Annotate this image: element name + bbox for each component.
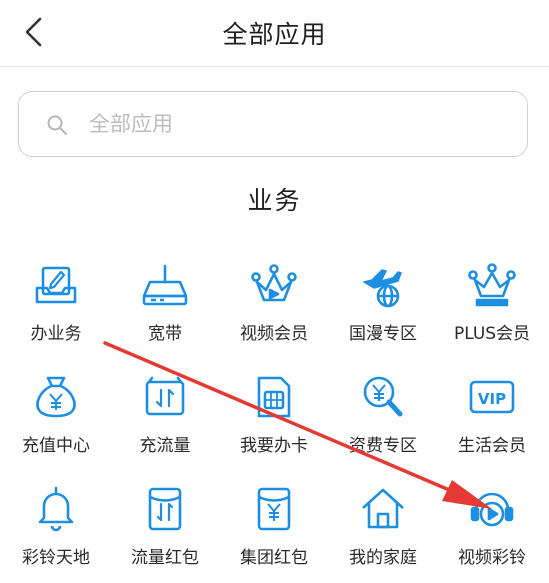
crown-icon — [251, 264, 297, 302]
vip-icon: VIP — [469, 380, 515, 414]
app-label: 彩铃天地 — [22, 548, 90, 568]
app-tile-broadband[interactable]: 宽带 — [109, 255, 221, 359]
yuan-red-packet-icon — [257, 487, 291, 531]
app-tile-data-red-packet[interactable]: 流量红包 — [109, 479, 221, 583]
app-tile-plus-member[interactable]: PLUS会员 — [436, 255, 548, 359]
app-tile-my-family[interactable]: 我的家庭 — [327, 479, 439, 583]
app-label: 集团红包 — [240, 548, 308, 568]
app-label: 宽带 — [148, 324, 182, 344]
top-bar: 全部应用 — [0, 0, 549, 67]
app-tile-group-red-packet[interactable]: 集团红包 — [218, 479, 330, 583]
app-label: 充流量 — [139, 436, 191, 456]
sim-card-icon — [257, 376, 291, 418]
app-label: 流量红包 — [131, 548, 199, 568]
app-tile-business-hall[interactable]: 办业务 — [0, 255, 112, 359]
search-icon — [47, 115, 67, 135]
search-box[interactable] — [18, 91, 528, 157]
home-icon — [362, 488, 404, 529]
app-label: 视频彩铃 — [458, 548, 526, 568]
business-hall-icon — [35, 266, 77, 304]
app-label: 视频会员 — [240, 324, 308, 344]
app-tile-get-sim[interactable]: 我要办卡 — [218, 367, 330, 471]
svg-text:VIP: VIP — [478, 390, 506, 408]
app-label: 我的家庭 — [349, 548, 417, 568]
app-label: 我要办卡 — [240, 436, 308, 456]
app-label: 资费专区 — [349, 436, 417, 456]
data-flow-icon — [145, 376, 185, 416]
airplane-globe-icon — [363, 269, 402, 308]
app-tile-video-member[interactable]: 视频会员 — [218, 255, 330, 359]
app-label: 办业务 — [30, 324, 82, 344]
search-input[interactable] — [89, 108, 489, 140]
app-tile-tariff-zone[interactable]: 资费专区 — [327, 367, 439, 471]
section-title-business: 业务 — [247, 186, 302, 215]
yuan-search-icon — [363, 376, 403, 417]
bell-icon — [38, 486, 74, 532]
data-red-packet-icon — [148, 487, 182, 531]
app-tile-life-member[interactable]: VIP 生活会员 — [436, 367, 548, 471]
money-bag-icon — [36, 376, 76, 418]
plus-crown-icon — [468, 263, 516, 307]
page-title: 全部应用 — [222, 20, 327, 49]
app-tile-recharge-center[interactable]: 充值中心 — [0, 367, 112, 471]
app-label: 国漫专区 — [349, 324, 417, 344]
video-ringtone-icon — [470, 492, 514, 527]
app-tile-international-roaming[interactable]: 国漫专区 — [327, 255, 439, 359]
app-tile-video-ringtone[interactable]: 视频彩铃 — [436, 479, 548, 583]
app-label: 充值中心 — [22, 436, 90, 456]
app-label: PLUS会员 — [453, 324, 531, 344]
app-label: 生活会员 — [458, 436, 526, 456]
router-icon — [142, 264, 188, 306]
app-tile-data-recharge[interactable]: 充流量 — [109, 367, 221, 471]
app-tile-ringtone-world[interactable]: 彩铃天地 — [0, 479, 112, 583]
